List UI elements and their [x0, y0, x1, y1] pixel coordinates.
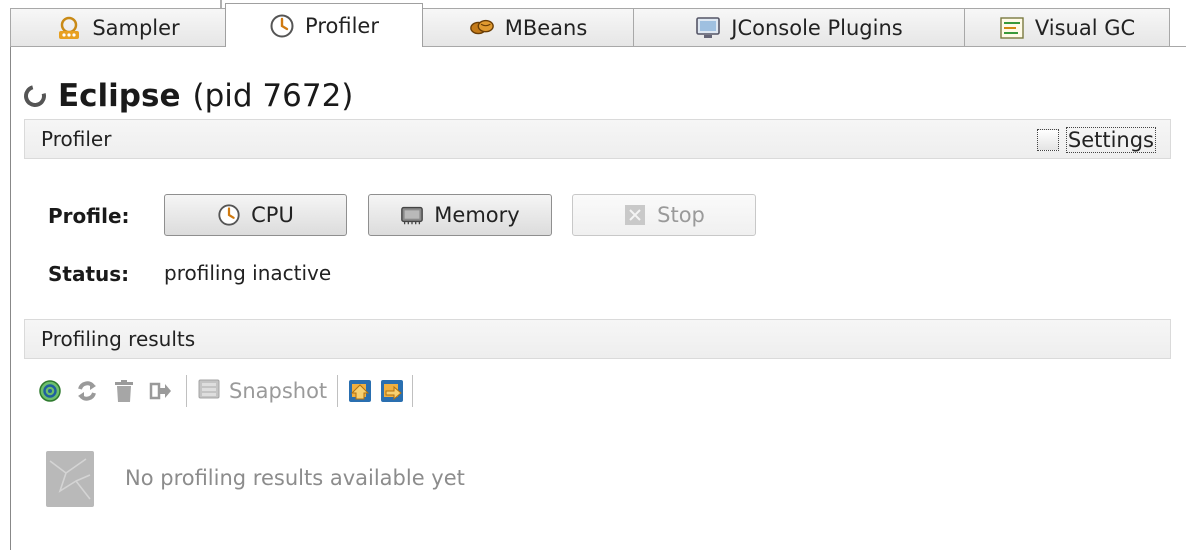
tab-label: Sampler: [92, 15, 180, 40]
status-label: Status:: [48, 262, 130, 286]
tab-strip: Sampler Profiler MBeans JConsole Plugins…: [10, 0, 1186, 52]
export-icon[interactable]: [149, 379, 173, 403]
section-title: Profiler: [41, 127, 112, 151]
app-name: Eclipse: [58, 78, 181, 114]
clock-icon: [269, 13, 295, 39]
refresh-icon[interactable]: [75, 379, 99, 403]
page-title: Eclipse (pid 7672): [19, 74, 354, 118]
load-snapshot-icon[interactable]: [348, 379, 372, 403]
pid-text: (pid 7672): [192, 78, 354, 114]
trash-icon[interactable]: [112, 379, 136, 403]
tab-profiler[interactable]: Profiler: [225, 3, 423, 47]
tab-visual-gc[interactable]: Visual GC: [964, 8, 1170, 46]
cpu-button-label: CPU: [251, 203, 294, 227]
clock-icon: [217, 203, 241, 227]
monitor-icon: [695, 15, 721, 41]
snapshot-label: Snapshot: [229, 379, 328, 403]
tab-label: JConsole Plugins: [731, 15, 903, 40]
tab-mbeans[interactable]: MBeans: [422, 8, 634, 46]
memory-chip-icon: [400, 203, 424, 227]
no-results-icon: [46, 451, 94, 507]
stop-button-label: Stop: [657, 203, 705, 227]
update-results-icon[interactable]: [38, 379, 62, 403]
snapshot-button[interactable]: Snapshot: [197, 377, 327, 406]
memory-button[interactable]: Memory: [368, 194, 552, 236]
stop-button[interactable]: Stop: [572, 194, 756, 236]
cpu-button[interactable]: CPU: [164, 194, 347, 236]
profile-label: Profile:: [48, 204, 130, 228]
chart-icon: [999, 15, 1025, 41]
tab-label: Visual GC: [1034, 15, 1136, 40]
results-toolbar: Snapshot: [38, 374, 423, 408]
tab-label: MBeans: [504, 15, 588, 40]
tab-label: Profiler: [305, 13, 379, 38]
profiler-section-header: Profiler Settings: [24, 119, 1171, 159]
stop-icon: [623, 203, 647, 227]
tab-strip-edge: [220, 0, 222, 8]
memory-button-label: Memory: [434, 203, 520, 227]
save-snapshot-icon[interactable]: [380, 379, 404, 403]
settings-label[interactable]: Settings: [1065, 127, 1156, 153]
loading-spinner-icon: [19, 80, 51, 112]
tab-sampler[interactable]: Sampler: [10, 8, 226, 46]
snapshot-icon: [197, 377, 221, 406]
beans-icon: [469, 15, 495, 41]
toolbar-separator: [186, 375, 187, 407]
section-title: Profiling results: [41, 327, 196, 351]
toolbar-separator: [412, 375, 414, 407]
status-value: profiling inactive: [164, 261, 332, 285]
settings-checkbox[interactable]: [1036, 129, 1059, 151]
sampler-icon: [56, 15, 82, 41]
profiling-results-header: Profiling results: [24, 319, 1171, 359]
tab-jconsole-plugins[interactable]: JConsole Plugins: [633, 8, 965, 46]
toolbar-separator: [337, 375, 339, 407]
empty-results-message: No profiling results available yet: [125, 466, 465, 490]
settings-toggle[interactable]: Settings: [1036, 127, 1156, 153]
